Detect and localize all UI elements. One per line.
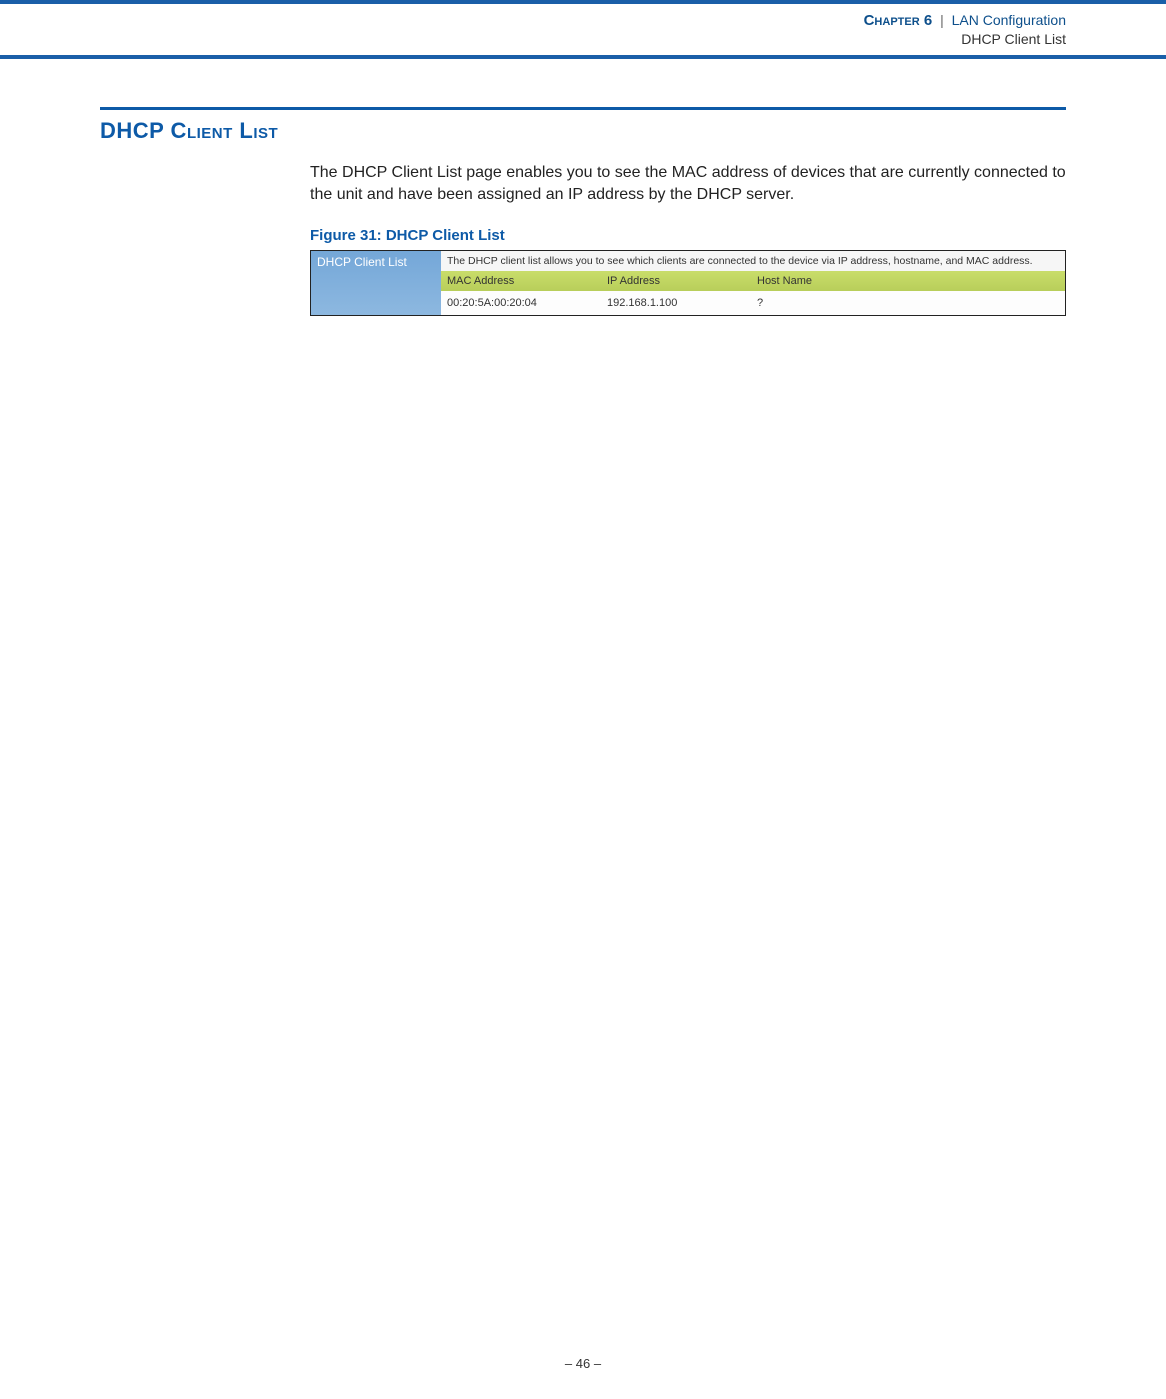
chapter-label: Chapter 6 (864, 12, 933, 29)
section-body: The DHCP Client List page enables you to… (310, 162, 1066, 205)
section-heading: DHCP Client List (100, 118, 1066, 144)
cell-ip: 192.168.1.100 (607, 297, 757, 309)
figure-sidebar-title: DHCP Client List (311, 251, 441, 315)
cell-mac: 00:20:5A:00:20:04 (447, 297, 607, 309)
content-area: DHCP Client List The DHCP Client List pa… (0, 59, 1166, 316)
section-rule (100, 107, 1066, 110)
cell-host: ? (757, 297, 1059, 309)
figure-screenshot: DHCP Client List The DHCP client list al… (310, 250, 1066, 316)
col-header-host: Host Name (757, 275, 1059, 287)
figure-table-header: MAC Address IP Address Host Name (441, 271, 1065, 291)
figure-caption: Figure 31: DHCP Client List (310, 227, 1066, 244)
page-subtitle: DHCP Client List (0, 31, 1066, 47)
table-row: 00:20:5A:00:20:04 192.168.1.100 ? (441, 291, 1065, 315)
page-header: Chapter 6 | LAN Configuration DHCP Clien… (0, 4, 1166, 55)
col-header-ip: IP Address (607, 275, 757, 287)
col-header-mac: MAC Address (447, 275, 607, 287)
chapter-separator: | (940, 12, 944, 28)
figure-main-panel: The DHCP client list allows you to see w… (441, 251, 1065, 315)
chapter-title: LAN Configuration (952, 12, 1066, 28)
page-number: – 46 – (0, 1356, 1166, 1371)
figure-description: The DHCP client list allows you to see w… (441, 251, 1065, 271)
